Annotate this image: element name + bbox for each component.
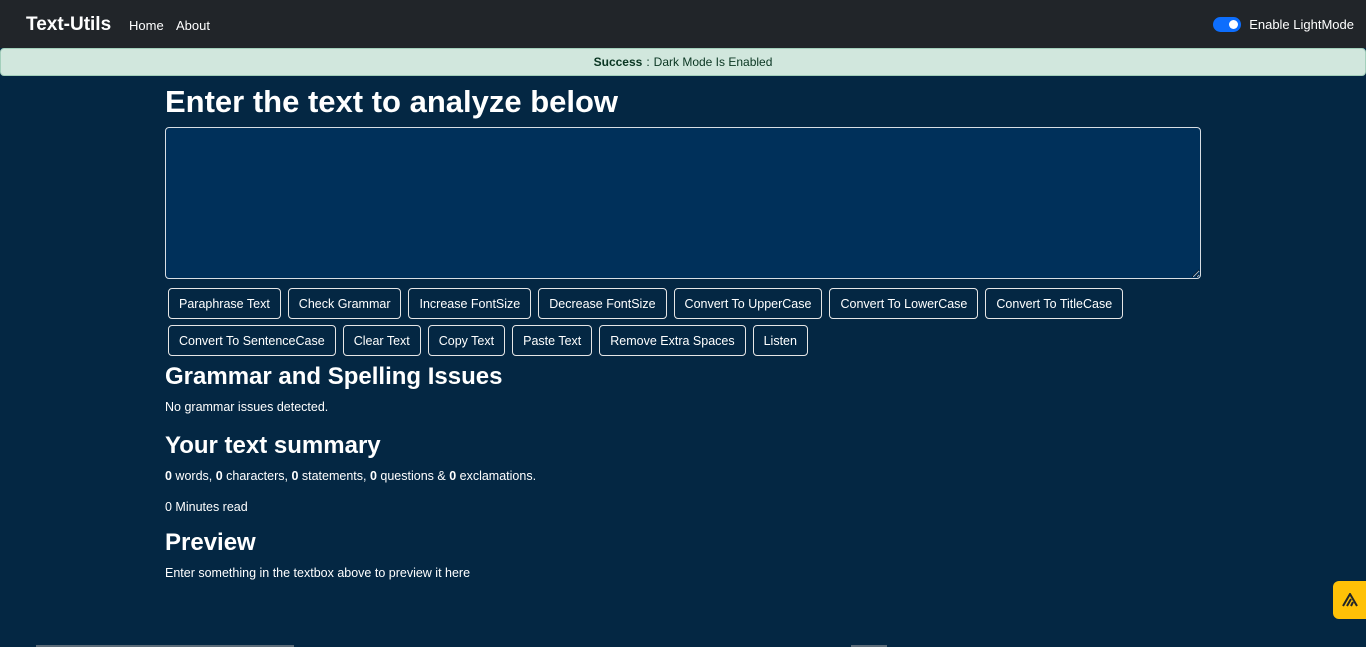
titlecase-button[interactable]: Convert To TitleCase [985, 288, 1124, 319]
character-count: 0 [215, 469, 223, 483]
brand-logo-text[interactable]: Text-Utils [26, 14, 111, 36]
read-time: 0 Minutes read [165, 500, 248, 514]
alert-type: Success [593, 55, 643, 69]
main-container: Enter the text to analyze below Paraphra… [165, 80, 1201, 580]
floating-extension-button[interactable] [1333, 581, 1366, 619]
clear-text-button[interactable]: Clear Text [342, 325, 421, 356]
sentencecase-button[interactable]: Convert To SentenceCase [168, 325, 336, 356]
navbar: Text-Utils Home About Enable LightMode [0, 0, 1366, 48]
preview-section: Preview Enter something in the textbox a… [165, 528, 1201, 580]
paraphrase-button[interactable]: Paraphrase Text [168, 288, 281, 319]
alert-separator: : [646, 55, 650, 69]
word-count: 0 [165, 469, 172, 483]
check-grammar-button[interactable]: Check Grammar [287, 288, 402, 319]
lightmode-toggle-label[interactable]: Enable LightMode [1249, 17, 1354, 32]
summary-heading: Your text summary [165, 432, 381, 459]
lightmode-toggle-group: Enable LightMode [1213, 17, 1354, 32]
summary-section: Your text summary 0 words, 0 characters,… [165, 431, 1201, 514]
question-label: questions & [376, 469, 450, 483]
summary-counts: 0 words, 0 characters, 0 statements, 0 q… [165, 469, 1201, 483]
question-count: 0 [369, 469, 377, 483]
preview-heading: Preview [165, 529, 256, 556]
grammar-section: Grammar and Spelling Issues No grammar i… [165, 362, 1201, 414]
preview-text: Enter something in the textbox above to … [165, 566, 471, 580]
lightmode-toggle-switch[interactable] [1213, 17, 1242, 32]
paste-text-button[interactable]: Paste Text [512, 325, 593, 356]
word-label: words, [171, 469, 216, 483]
toggle-knob [1229, 20, 1239, 29]
extension-logo-icon [1341, 593, 1358, 607]
copy-text-button[interactable]: Copy Text [427, 325, 506, 356]
listen-button[interactable]: Listen [752, 325, 808, 356]
text-input-area[interactable] [165, 127, 1201, 279]
decrease-fontsize-button[interactable]: Decrease FontSize [538, 288, 667, 319]
uppercase-button[interactable]: Convert To UpperCase [673, 288, 823, 319]
statement-label: statements, [298, 469, 370, 483]
lowercase-button[interactable]: Convert To LowerCase [829, 288, 979, 319]
action-buttons: Paraphrase Text Check Grammar Increase F… [168, 288, 1201, 362]
character-label: characters, [222, 469, 292, 483]
success-alert: Success : Dark Mode Is Enabled [0, 48, 1366, 76]
grammar-heading: Grammar and Spelling Issues [165, 363, 503, 390]
nav-home-link[interactable]: Home [129, 18, 164, 33]
grammar-message: No grammar issues detected. [165, 400, 329, 414]
nav-about-link[interactable]: About [176, 18, 210, 33]
exclamation-label: exclamations. [456, 469, 537, 483]
alert-message: Dark Mode Is Enabled [653, 55, 773, 69]
remove-extra-spaces-button[interactable]: Remove Extra Spaces [599, 325, 746, 356]
page-title: Enter the text to analyze below [165, 84, 619, 119]
increase-fontsize-button[interactable]: Increase FontSize [408, 288, 532, 319]
